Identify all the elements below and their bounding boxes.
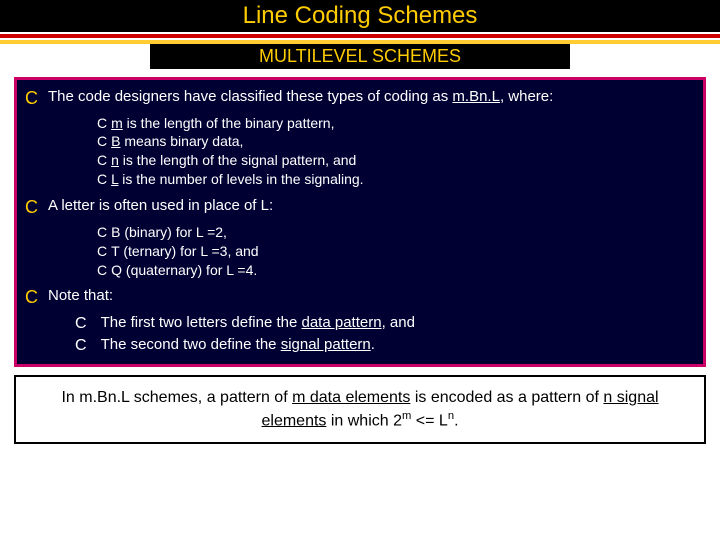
- t: <= L: [411, 412, 447, 429]
- sub-item: Cn is the length of the signal pattern, …: [97, 151, 695, 170]
- sub-text: B (binary) for L =2,: [111, 223, 227, 242]
- sub-item: C The first two letters define the data p…: [75, 313, 695, 335]
- sub-bullet-icon: C: [97, 114, 107, 133]
- u: signal pattern: [281, 336, 371, 353]
- t: .: [371, 336, 375, 353]
- bullet-1-sublist: Cm is the length of the binary pattern, …: [97, 114, 695, 190]
- sub-item: CL is the number of levels in the signal…: [97, 170, 695, 189]
- sub-text: n is the length of the signal pattern, a…: [111, 151, 356, 170]
- bullet-1-text: The code designers have classified these…: [48, 88, 695, 107]
- t: 2: [393, 412, 402, 429]
- sub-bullet-icon: C: [75, 313, 87, 335]
- sub-item: CQ (quaternary) for L =4.: [97, 261, 695, 280]
- text: The code designers have classified these…: [48, 88, 452, 105]
- bullet-3-sublist: C The first two letters define the data p…: [75, 313, 695, 356]
- t: in which: [326, 412, 393, 429]
- u: n: [111, 152, 119, 168]
- t: .: [454, 412, 458, 429]
- u: m data elements: [292, 389, 410, 406]
- bullet-icon: C: [25, 287, 38, 309]
- bullet-2-text: A letter is often used in place of L:: [48, 197, 695, 216]
- t: The first two letters define the: [101, 314, 302, 331]
- bullet-2: C A letter is often used in place of L:: [25, 197, 695, 219]
- page-subtitle: MULTILEVEL SCHEMES: [259, 46, 461, 66]
- sub-text: T (ternary) for L =3, and: [111, 242, 258, 261]
- t: is the length of the binary pattern,: [123, 115, 335, 131]
- sub-item: C The second two define the signal patter…: [75, 335, 695, 357]
- sub-bullet-icon: C: [97, 170, 107, 189]
- page-title: Line Coding Schemes: [243, 2, 478, 29]
- sub-text: Q (quaternary) for L =4.: [111, 261, 257, 280]
- sub-bullet-icon: C: [97, 223, 107, 242]
- sub-bullet-icon: C: [75, 335, 87, 357]
- sub-text: B means binary data,: [111, 132, 243, 151]
- sub-item: CB means binary data,: [97, 132, 695, 151]
- title-band: Line Coding Schemes: [0, 0, 720, 32]
- t: In m.Bn.L schemes, a pattern of: [61, 389, 292, 406]
- bullet-3: C Note that:: [25, 287, 695, 309]
- sub-item: CT (ternary) for L =3, and: [97, 242, 695, 261]
- sup: m: [402, 410, 411, 422]
- t: means binary data,: [120, 133, 243, 149]
- bullet-icon: C: [25, 88, 38, 110]
- t: is the number of levels in the signaling…: [118, 171, 363, 187]
- content-box: C The code designers have classified the…: [14, 77, 706, 367]
- sub-text: The first two letters define the data pa…: [101, 313, 415, 333]
- sub-bullet-icon: C: [97, 151, 107, 170]
- u: data pattern: [302, 314, 382, 331]
- t: , and: [382, 314, 415, 331]
- sub-bullet-icon: C: [97, 261, 107, 280]
- bullet-3-text: Note that:: [48, 287, 695, 306]
- t: The second two define the: [101, 336, 281, 353]
- sub-text: The second two define the signal pattern…: [101, 335, 375, 355]
- sub-bullet-icon: C: [97, 242, 107, 261]
- sub-bullet-icon: C: [97, 132, 107, 151]
- footer-note: In m.Bn.L schemes, a pattern of m data e…: [14, 375, 706, 444]
- bullet-2-sublist: CB (binary) for L =2, CT (ternary) for L…: [97, 223, 695, 280]
- subtitle-band: MULTILEVEL SCHEMES: [150, 44, 570, 69]
- bullet-1: C The code designers have classified the…: [25, 88, 695, 110]
- sub-text: m is the length of the binary pattern,: [111, 114, 334, 133]
- bullet-icon: C: [25, 197, 38, 219]
- term-underline: m.Bn.L: [452, 88, 500, 105]
- t: is the length of the signal pattern, and: [119, 152, 356, 168]
- sub-text: L is the number of levels in the signali…: [111, 170, 363, 189]
- sub-item: Cm is the length of the binary pattern,: [97, 114, 695, 133]
- sub-item: CB (binary) for L =2,: [97, 223, 695, 242]
- divider-red: [0, 34, 720, 38]
- t: is encoded as a pattern of: [410, 389, 603, 406]
- text: , where:: [500, 88, 553, 105]
- u: m: [111, 115, 123, 131]
